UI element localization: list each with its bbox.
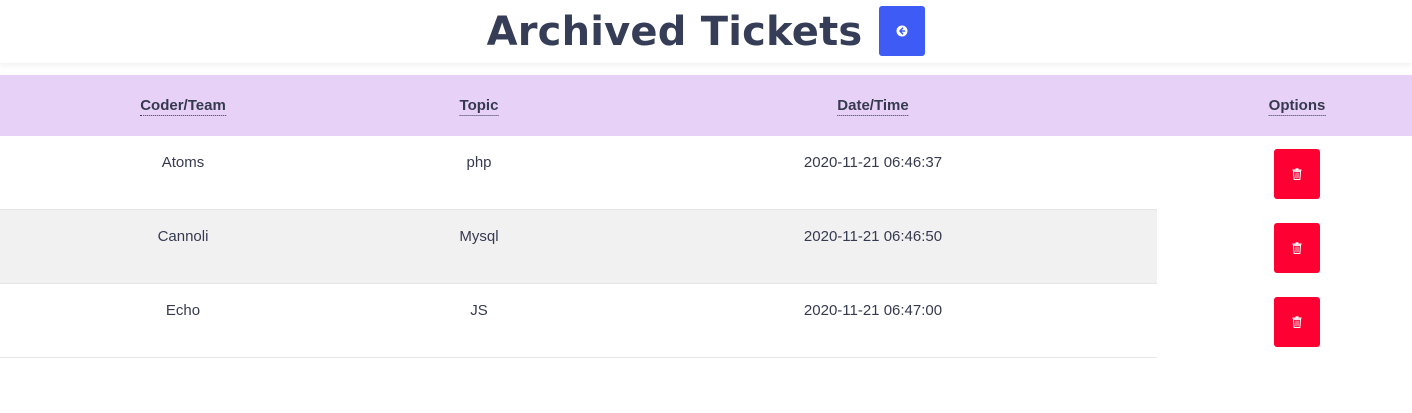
column-header-topic[interactable]: Topic — [459, 75, 499, 136]
cell-datetime: 2020-11-21 06:46:50 — [803, 228, 943, 245]
cell-datetime: 2020-11-21 06:47:00 — [803, 302, 943, 319]
cell-topic: Mysql — [459, 228, 499, 245]
column-header-options[interactable]: Options — [1268, 75, 1326, 136]
arrow-circle-left-icon — [896, 25, 908, 37]
table-row: Echo JS 2020-11-21 06:47:00 — [0, 284, 1412, 358]
cell-datetime: 2020-11-21 06:46:37 — [803, 154, 943, 171]
trash-icon — [1292, 316, 1302, 328]
cell-team: Cannoli — [157, 228, 209, 245]
trash-icon — [1292, 168, 1302, 180]
column-header-date-time[interactable]: Date/Time — [837, 75, 909, 136]
table-row: Cannoli Mysql 2020-11-21 06:46:50 — [0, 210, 1412, 284]
delete-button[interactable] — [1274, 223, 1320, 273]
page-header: Archived Tickets — [0, 0, 1412, 63]
cell-team: Echo — [165, 302, 201, 319]
archived-tickets-table: Coder/Team Topic Date/Time Options Atoms… — [0, 75, 1412, 358]
delete-button[interactable] — [1274, 149, 1320, 199]
cell-team: Atoms — [161, 154, 205, 171]
trash-icon — [1292, 242, 1302, 254]
page-title: Archived Tickets — [486, 8, 863, 55]
back-button[interactable] — [879, 6, 926, 56]
table-header-row: Coder/Team Topic Date/Time Options — [0, 75, 1412, 136]
delete-button[interactable] — [1274, 297, 1320, 347]
column-header-label: Topic — [459, 96, 499, 116]
cell-topic: JS — [470, 302, 488, 319]
column-header-label: Coder/Team — [140, 96, 226, 116]
column-header-coder-team[interactable]: Coder/Team — [140, 75, 226, 136]
table-row: Atoms php 2020-11-21 06:46:37 — [0, 136, 1412, 210]
column-header-label: Options — [1268, 96, 1326, 116]
column-header-label: Date/Time — [837, 96, 909, 116]
cell-topic: php — [466, 154, 492, 171]
